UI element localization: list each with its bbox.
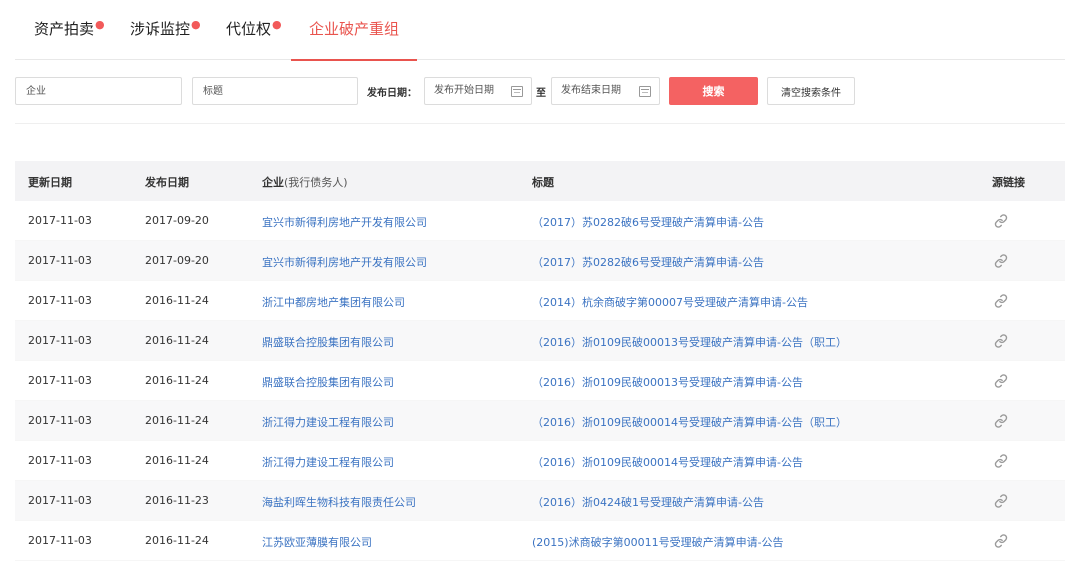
title-link[interactable]: (2015)沭商破字第00011号受理破产清算申请-公告 <box>532 534 784 550</box>
cell-publish-date: 2016-11-24 <box>145 294 209 307</box>
company-link[interactable]: 鼎盛联合控股集团有限公司 <box>262 374 394 390</box>
cell-publish-date: 2016-11-24 <box>145 454 209 467</box>
table-row: 2017-11-03 2017-09-20 宜兴市新得利房地产开发有限公司 （2017… <box>15 201 1065 241</box>
header-source-link: 源链接 <box>992 176 1025 189</box>
table-row: 2017-11-03 2016-11-24 浙江得力建设工程有限公司 （2016）浙0… <box>15 441 1065 481</box>
link-icon[interactable] <box>994 534 1008 548</box>
title-link[interactable]: （2017）苏0282破6号受理破产清算申请-公告 <box>532 214 764 230</box>
link-icon[interactable] <box>994 494 1008 508</box>
company-input[interactable] <box>15 77 182 105</box>
cell-publish-date: 2017-09-20 <box>145 254 209 267</box>
clear-filters-button[interactable]: 清空搜索条件 <box>767 77 855 105</box>
publish-date-label: 发布日期： <box>367 88 417 99</box>
link-icon[interactable] <box>994 214 1008 228</box>
calendar-icon <box>511 86 523 97</box>
link-icon[interactable] <box>994 454 1008 468</box>
company-link[interactable]: 鼎盛联合控股集团有限公司 <box>262 334 394 350</box>
title-link[interactable]: （2014）杭余商破字第00007号受理破产清算申请-公告 <box>532 294 808 310</box>
company-link[interactable]: 浙江得力建设工程有限公司 <box>262 414 394 430</box>
cell-update-date: 2017-11-03 <box>28 294 92 307</box>
cell-update-date: 2017-11-03 <box>28 254 92 267</box>
header-company-label: 企业 <box>262 176 284 189</box>
tab-label: 代位权 <box>226 20 272 38</box>
company-link[interactable]: 宜兴市新得利房地产开发有限公司 <box>262 214 427 230</box>
cell-update-date: 2017-11-03 <box>28 454 92 467</box>
company-link[interactable]: 海盐利晖生物科技有限责任公司 <box>262 494 416 510</box>
company-link[interactable]: 江苏欧亚薄膜有限公司 <box>262 534 372 550</box>
cell-update-date: 2017-11-03 <box>28 414 92 427</box>
title-link[interactable]: （2016）浙0424破1号受理破产清算申请-公告 <box>532 494 764 510</box>
bankruptcy-table: 更新日期 发布日期 企业(我行债务人) 标题 源链接 2017-11-03 201… <box>15 161 1065 561</box>
search-filter-bar: 发布日期： 发布开始日期 至 发布结束日期 搜索 清空搜索条件 <box>0 77 1080 105</box>
link-icon[interactable] <box>994 294 1008 308</box>
cell-publish-date: 2016-11-24 <box>145 374 209 387</box>
title-link[interactable]: （2016）浙0109民破00014号受理破产清算申请-公告 <box>532 454 803 470</box>
to-label: 至 <box>536 88 546 99</box>
table-row: 2017-11-03 2016-11-23 海盐利晖生物科技有限责任公司 （2016）… <box>15 481 1065 521</box>
new-dot-icon: ● <box>272 18 282 31</box>
title-link[interactable]: （2017）苏0282破6号受理破产清算申请-公告 <box>532 254 764 270</box>
tab-label: 企业破产重组 <box>309 20 400 38</box>
title-link[interactable]: （2016）浙0109民破00013号受理破产清算申请-公告 <box>532 374 803 390</box>
cell-publish-date: 2016-11-23 <box>145 494 209 507</box>
company-link[interactable]: 浙江得力建设工程有限公司 <box>262 454 394 470</box>
start-date-placeholder: 发布开始日期 <box>434 85 494 96</box>
table-row: 2017-11-03 2017-09-20 宜兴市新得利房地产开发有限公司 （2017… <box>15 241 1065 281</box>
divider <box>15 123 1065 124</box>
table-row: 2017-11-03 2016-11-24 浙江中都房地产集团有限公司 （2014）杭… <box>15 281 1065 321</box>
link-icon[interactable] <box>994 254 1008 268</box>
table-row: 2017-11-03 2016-11-24 浙江得力建设工程有限公司 （2016）浙0… <box>15 401 1065 441</box>
link-icon[interactable] <box>994 374 1008 388</box>
tab-litigation-monitoring[interactable]: 涉诉监控● <box>130 18 201 60</box>
tab-subrogation[interactable]: 代位权● <box>226 18 282 60</box>
table-row: 2017-11-03 2016-11-24 江苏欧亚薄膜有限公司 (2015)沭商破字… <box>15 521 1065 561</box>
company-link[interactable]: 宜兴市新得利房地产开发有限公司 <box>262 254 427 270</box>
tab-label: 资产拍卖 <box>34 20 95 38</box>
cell-update-date: 2017-11-03 <box>28 534 92 547</box>
table-row: 2017-11-03 2016-11-24 鼎盛联合控股集团有限公司 （2016）浙0… <box>15 321 1065 361</box>
tab-asset-auction[interactable]: 资产拍卖● <box>34 18 105 60</box>
header-company: 企业(我行债务人) <box>262 174 348 190</box>
header-publish-date: 发布日期 <box>145 176 189 189</box>
header-title: 标题 <box>532 176 554 189</box>
link-icon[interactable] <box>994 334 1008 348</box>
table-header: 更新日期 发布日期 企业(我行债务人) 标题 源链接 <box>15 161 1065 201</box>
cell-update-date: 2017-11-03 <box>28 374 92 387</box>
tab-label: 涉诉监控 <box>130 20 191 38</box>
cell-publish-date: 2016-11-24 <box>145 534 209 547</box>
end-date-placeholder: 发布结束日期 <box>561 85 621 96</box>
calendar-icon <box>639 86 651 97</box>
cell-publish-date: 2016-11-24 <box>145 334 209 347</box>
cell-publish-date: 2016-11-24 <box>145 414 209 427</box>
title-input[interactable] <box>192 77 358 105</box>
title-link[interactable]: （2016）浙0109民破00014号受理破产清算申请-公告（职工） <box>532 414 847 430</box>
cell-update-date: 2017-11-03 <box>28 334 92 347</box>
search-button[interactable]: 搜索 <box>669 77 758 105</box>
company-link[interactable]: 浙江中都房地产集团有限公司 <box>262 294 405 310</box>
link-icon[interactable] <box>994 414 1008 428</box>
end-date-picker[interactable]: 发布结束日期 <box>551 77 660 105</box>
start-date-picker[interactable]: 发布开始日期 <box>424 77 532 105</box>
cell-update-date: 2017-11-03 <box>28 494 92 507</box>
table-row: 2017-11-03 2016-11-24 鼎盛联合控股集团有限公司 （2016）浙0… <box>15 361 1065 401</box>
category-tabs: 资产拍卖● 涉诉监控● 代位权● 企业破产重组 <box>15 0 1065 61</box>
new-dot-icon: ● <box>95 18 105 31</box>
tab-bankruptcy-reorganization[interactable]: 企业破产重组 <box>290 18 418 61</box>
title-link[interactable]: （2016）浙0109民破00013号受理破产清算申请-公告（职工） <box>532 334 847 350</box>
cell-update-date: 2017-11-03 <box>28 214 92 227</box>
new-dot-icon: ● <box>191 18 201 31</box>
cell-publish-date: 2017-09-20 <box>145 214 209 227</box>
header-update-date: 更新日期 <box>28 176 72 189</box>
header-company-sub: (我行债务人) <box>284 176 348 189</box>
table-body: 2017-11-03 2017-09-20 宜兴市新得利房地产开发有限公司 （2017… <box>15 201 1065 561</box>
